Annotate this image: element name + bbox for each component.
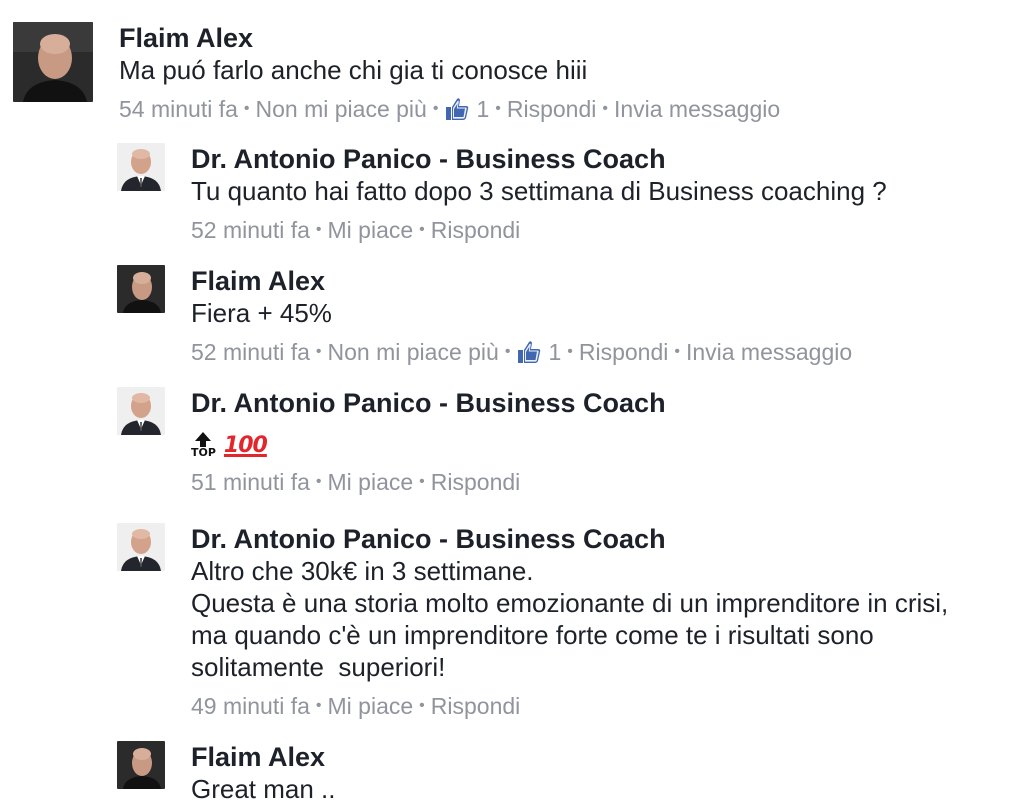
avatar[interactable] [117,143,165,191]
avatar[interactable] [117,523,165,571]
comment-meta: 49 minuti fa • Mi piace • Rispondi [191,691,981,721]
comment-time[interactable]: 52 minuti fa [191,215,310,245]
separator-dot: • [602,100,608,117]
unlike-link[interactable]: Non mi piace più [256,94,427,124]
separator-dot: • [419,473,425,490]
separator-dot: • [243,100,250,117]
thumbs-up-icon[interactable] [516,339,542,365]
reply-link[interactable]: Rispondi [431,691,521,721]
send-message-link[interactable]: Invia messaggio [614,94,780,124]
thumbs-up-icon[interactable] [444,96,470,122]
separator-dot: • [315,343,322,360]
hundred-points-emoji: 100 [223,433,268,458]
top-arrow-emoji: TOP [191,432,216,459]
separator-dot: • [495,100,501,117]
comment-body: Dr. Antonio Panico - Business Coach Tu q… [191,143,887,245]
send-message-link[interactable]: Invia messaggio [686,337,852,367]
comment-body: Dr. Antonio Panico - Business Coach Altr… [191,523,981,721]
comment-text: Tu quanto hai fatto dopo 3 settimana di … [191,176,887,206]
comment-body: Flaim Alex Ma puó farlo anche chi gia ti… [119,22,780,124]
comment-text: Great man .. [191,774,336,804]
comment-meta: 52 minuti fa • Non mi piace più • 1 • Ri… [191,337,852,367]
avatar[interactable] [117,387,165,435]
comment-text: Altro che 30k€ in 3 settimane. Questa è … [191,556,949,682]
comment-author[interactable]: Flaim Alex [191,265,852,297]
comment-body: Flaim Alex Great man .. [191,741,336,805]
avatar[interactable] [117,265,165,313]
like-link[interactable]: Mi piace [328,467,414,497]
comment-author[interactable]: Dr. Antonio Panico - Business Coach [191,523,981,555]
comment-antonio-panico-3: Dr. Antonio Panico - Business Coach Altr… [117,523,981,721]
reply-link[interactable]: Rispondi [507,94,597,124]
separator-dot: • [674,343,680,360]
comment-time[interactable]: 51 minuti fa [191,467,310,497]
comment-text: Ma puó farlo anche chi gia ti conosce hi… [119,55,588,85]
comment-time[interactable]: 49 minuti fa [191,691,310,721]
comment-flaim-alex-3: Flaim Alex Great man .. [117,741,336,805]
separator-dot: • [504,343,511,360]
avatar[interactable] [117,741,165,789]
comment-author[interactable]: Dr. Antonio Panico - Business Coach [191,387,666,419]
comment-flaim-alex-1: Flaim Alex Ma puó farlo anche chi gia ti… [13,22,780,124]
comment-author[interactable]: Flaim Alex [191,741,336,773]
separator-dot: • [567,343,573,360]
comment-body: Flaim Alex Fiera + 45% 52 minuti fa • No… [191,265,852,367]
separator-dot: • [315,697,322,714]
comment-text: Fiera + 45% [191,298,332,328]
comment-flaim-alex-2: Flaim Alex Fiera + 45% 52 minuti fa • No… [117,265,852,367]
like-count[interactable]: 1 [476,94,489,124]
reply-link[interactable]: Rispondi [579,337,669,367]
unlike-link[interactable]: Non mi piace più [328,337,499,367]
separator-dot: • [315,473,322,490]
comment-time[interactable]: 54 minuti fa [119,94,238,124]
comment-author[interactable]: Flaim Alex [119,22,780,54]
separator-dot: • [419,221,425,238]
comment-time[interactable]: 52 minuti fa [191,337,310,367]
reply-link[interactable]: Rispondi [431,467,521,497]
avatar[interactable] [13,22,93,102]
comment-emojis: TOP 100 [191,425,666,459]
comment-meta: 54 minuti fa • Non mi piace più • 1 • Ri… [119,94,780,124]
like-link[interactable]: Mi piace [328,215,414,245]
comment-antonio-panico-1: Dr. Antonio Panico - Business Coach Tu q… [117,143,887,245]
comment-body: Dr. Antonio Panico - Business Coach TOP … [191,387,666,497]
separator-dot: • [432,100,439,117]
comment-meta: 52 minuti fa • Mi piace • Rispondi [191,215,887,245]
comment-antonio-panico-2: Dr. Antonio Panico - Business Coach TOP … [117,387,666,497]
separator-dot: • [315,221,322,238]
reply-link[interactable]: Rispondi [431,215,521,245]
comment-meta: 51 minuti fa • Mi piace • Rispondi [191,467,666,497]
separator-dot: • [419,697,425,714]
like-count[interactable]: 1 [548,337,561,367]
comment-author[interactable]: Dr. Antonio Panico - Business Coach [191,143,887,175]
like-link[interactable]: Mi piace [328,691,414,721]
